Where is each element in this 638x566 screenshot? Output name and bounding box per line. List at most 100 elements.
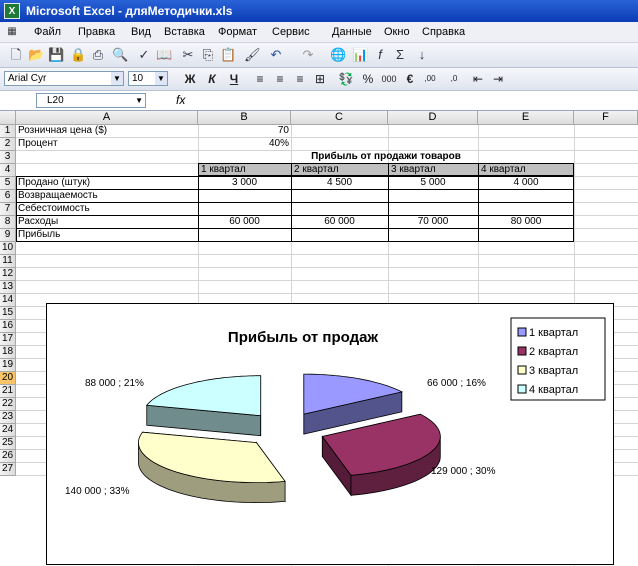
cell-b2[interactable]: 40% <box>198 138 291 150</box>
row-header[interactable]: 17 <box>0 333 16 346</box>
cell-b5[interactable]: 3 000 <box>198 177 291 189</box>
cell-c8[interactable]: 60 000 <box>291 216 388 228</box>
spelling-icon[interactable]: ✓ <box>136 47 152 63</box>
row-header[interactable]: 19 <box>0 359 16 372</box>
chevron-down-icon[interactable]: ▼ <box>111 72 123 85</box>
pie-slice-3[interactable] <box>138 431 286 504</box>
cell-a8[interactable]: Расходы <box>16 216 198 228</box>
cell-d8[interactable]: 70 000 <box>388 216 478 228</box>
euro-icon[interactable]: € <box>402 71 418 87</box>
italic-icon[interactable]: К <box>204 71 220 87</box>
cell-c4[interactable]: 2 квартал <box>291 163 389 176</box>
pie-slice-2[interactable] <box>321 413 441 497</box>
decrease-decimal-icon[interactable]: ,0 <box>444 71 464 87</box>
font-size-select[interactable]: 10 ▼ <box>128 71 168 86</box>
chart-wizard-icon[interactable]: 📊 <box>352 47 368 63</box>
cell-e5[interactable]: 4 000 <box>478 177 574 189</box>
decrease-indent-icon[interactable]: ⇤ <box>470 71 486 87</box>
sort-ascending-icon[interactable]: ↓ <box>414 47 430 63</box>
cell-c5[interactable]: 4 500 <box>291 177 388 189</box>
currency-style-icon[interactable]: 💱 <box>338 71 354 87</box>
cell-a5[interactable]: Продано (штук) <box>16 177 198 189</box>
worksheet[interactable]: A B C D E F 1 2 3 4 5 6 7 8 9 10 11 12 13 14 15 16 17 18 1… <box>0 111 638 566</box>
cell-a2[interactable]: Процент <box>16 138 198 150</box>
row-header[interactable]: 6 <box>0 190 16 203</box>
pie-slice-4[interactable] <box>146 375 262 437</box>
cell-e8[interactable]: 80 000 <box>478 216 574 228</box>
cell-a7[interactable]: Себестоимость <box>16 203 198 215</box>
new-icon[interactable]: 🗋 <box>8 47 24 63</box>
chevron-down-icon[interactable]: ▼ <box>155 72 167 85</box>
pie-chart[interactable]: Прибыль от продаж 66 000 ; 16% 129 000 ; … <box>46 303 614 565</box>
increase-indent-icon[interactable]: ⇥ <box>490 71 506 87</box>
row-header[interactable]: 18 <box>0 346 16 359</box>
underline-icon[interactable]: Ч <box>226 71 242 87</box>
comma-style-icon[interactable]: 000 <box>378 71 400 87</box>
redo-icon[interactable]: ↷ <box>300 47 316 63</box>
paste-icon[interactable]: 📋 <box>220 47 236 63</box>
data-label-4[interactable]: 88 000 ; 21% <box>85 378 144 389</box>
align-right-icon[interactable]: ≡ <box>292 71 308 87</box>
row-header[interactable]: 7 <box>0 203 16 216</box>
table-title[interactable]: Прибыль от продажи товаров <box>198 151 574 163</box>
cut-icon[interactable]: ✂ <box>180 47 196 63</box>
cell-e4[interactable]: 4 квартал <box>478 163 574 176</box>
row-header[interactable]: 22 <box>0 398 16 411</box>
chart-legend[interactable]: 1 квартал 2 квартал 3 квартал 4 квартал <box>510 317 606 401</box>
cell-d5[interactable]: 5 000 <box>388 177 478 189</box>
data-label-1[interactable]: 66 000 ; 16% <box>427 378 486 389</box>
fx-icon[interactable]: fx <box>176 93 185 107</box>
bold-icon[interactable]: Ж <box>182 71 198 87</box>
hyperlink-icon[interactable]: 🌐 <box>330 47 346 63</box>
select-all-corner[interactable] <box>0 111 16 125</box>
column-header-d[interactable]: D <box>388 111 478 125</box>
row-header[interactable]: 3 <box>0 151 16 164</box>
research-icon[interactable]: 📖 <box>156 47 172 63</box>
column-header-f[interactable]: F <box>574 111 638 125</box>
row-header[interactable]: 14 <box>0 294 16 307</box>
menu-insert[interactable]: Вставка <box>162 24 207 40</box>
row-header[interactable]: 15 <box>0 307 16 320</box>
open-icon[interactable]: 📂 <box>28 47 44 63</box>
align-left-icon[interactable]: ≡ <box>252 71 268 87</box>
menu-help[interactable]: Справка <box>420 24 467 40</box>
save-icon[interactable]: 💾 <box>48 47 64 63</box>
increase-decimal-icon[interactable]: ,00 <box>420 71 440 87</box>
copy-icon[interactable]: ⎘ <box>200 47 216 63</box>
row-header[interactable]: 2 <box>0 138 16 151</box>
row-header[interactable]: 10 <box>0 242 16 255</box>
data-label-2[interactable]: 129 000 ; 30% <box>431 466 496 477</box>
menu-data[interactable]: Данные <box>330 24 374 40</box>
row-header[interactable]: 4 <box>0 164 16 177</box>
print-preview-icon[interactable]: 🔍 <box>112 47 128 63</box>
row-header[interactable]: 11 <box>0 255 16 268</box>
cell-d4[interactable]: 3 квартал <box>388 163 479 176</box>
autosum-icon[interactable]: Σ <box>392 47 408 63</box>
row-header[interactable]: 1 <box>0 125 16 138</box>
align-center-icon[interactable]: ≡ <box>272 71 288 87</box>
cell-a1[interactable]: Розничная цена ($) <box>16 125 198 137</box>
column-header-c[interactable]: C <box>291 111 388 125</box>
row-header[interactable]: 5 <box>0 177 16 190</box>
excel-app-icon[interactable]: X <box>4 3 20 19</box>
workbook-icon[interactable]: ▦ <box>3 25 21 39</box>
menu-window[interactable]: Окно <box>382 24 412 40</box>
data-label-3[interactable]: 140 000 ; 33% <box>65 486 130 497</box>
cell-b8[interactable]: 60 000 <box>198 216 291 228</box>
permission-icon[interactable]: 🔒 <box>70 47 86 63</box>
merge-center-icon[interactable]: ⊞ <box>312 71 328 87</box>
name-box[interactable]: L20 ▼ <box>36 93 146 108</box>
cell-a6[interactable]: Возвращаемость <box>16 190 198 202</box>
insert-function-icon[interactable]: f <box>372 47 388 63</box>
percent-style-icon[interactable]: % <box>360 71 376 87</box>
row-header[interactable]: 23 <box>0 411 16 424</box>
column-header-b[interactable]: B <box>198 111 291 125</box>
row-header[interactable]: 9 <box>0 229 16 242</box>
row-header[interactable]: 12 <box>0 268 16 281</box>
row-header[interactable]: 16 <box>0 320 16 333</box>
menu-file[interactable]: Файл <box>32 24 63 40</box>
cell-b4[interactable]: 1 квартал <box>198 163 292 176</box>
row-header[interactable]: 27 <box>0 463 16 476</box>
cell-a9[interactable]: Прибыль <box>16 229 198 241</box>
menu-tools[interactable]: Сервис <box>270 24 312 40</box>
